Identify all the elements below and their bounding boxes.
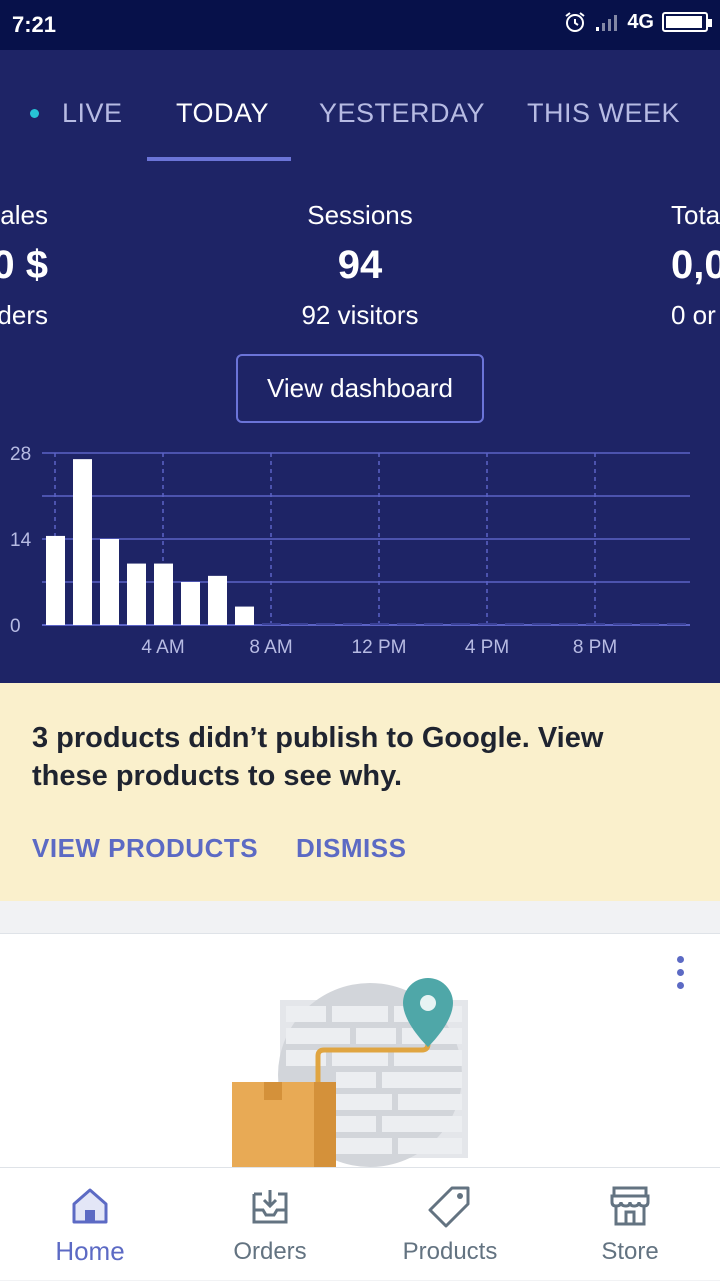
orders-icon [252,1190,288,1224]
nav-orders-label: Orders [233,1238,307,1265]
chart-bar [208,575,227,625]
tab-today[interactable]: TODAY [176,98,269,129]
nav-products-label: Products [402,1238,498,1265]
chart-bar [424,623,443,625]
chart-bar [532,623,551,625]
chart-bar [127,563,146,625]
metric-total-label: Tota [671,200,720,230]
metric-sales[interactable]: ales 0 $ ders [0,200,48,331]
chart-bar [316,623,335,625]
chart-bar [451,623,470,625]
y-tick-label: 28 [10,444,31,465]
live-indicator-icon [30,109,39,118]
active-tab-indicator [147,157,291,161]
x-tick-label: 8 PM [573,637,617,658]
metric-sessions-label: Sessions [307,200,413,230]
metric-sales-sub: ders [0,300,48,330]
nav-products[interactable]: Products [360,1168,540,1281]
chart-bar [370,623,389,625]
google-publish-banner: 3 products didn’t publish to Google. Vie… [0,683,720,901]
banner-message: 3 products didn’t publish to Google. Vie… [32,722,604,792]
nav-orders[interactable]: Orders [180,1168,360,1281]
tab-this-week[interactable]: THIS WEEK [527,98,680,129]
chart-bar [505,623,524,625]
metric-total-sub: 0 or [671,300,716,330]
x-tick-label: 8 AM [249,637,292,658]
chart-bar [154,563,173,625]
bottom-navigation: Home Orders Products Store [0,1167,720,1280]
metric-sessions-sub: 92 visitors [301,300,419,330]
metric-sessions[interactable]: Sessions 94 92 visitors [230,200,490,331]
metric-sales-value: 0 $ [0,243,48,287]
view-products-button[interactable]: VIEW PRODUCTS [32,833,258,864]
x-tick-label: 4 PM [465,637,509,658]
nav-store-label: Store [601,1238,659,1265]
y-tick-label: 14 [10,530,32,551]
chart-bar [667,623,686,625]
alarm-icon [565,12,585,32]
chart-bar [73,459,92,625]
status-time: 7:21 [12,12,57,37]
chart-bar [46,535,65,625]
chart-bar [289,623,308,625]
chart-bar [640,623,659,625]
store-icon [610,1186,650,1226]
chart-bar [100,539,119,625]
chart-bar [343,623,362,625]
nav-store[interactable]: Store [540,1168,720,1281]
tab-live[interactable]: LIVE [62,98,123,129]
sessions-bar-chart: 0 14 28 4 AM 8 AM 12 PM 4 PM 8 PM [10,444,690,658]
metric-total-value: 0,0 [671,243,720,287]
network-type: 4G [627,10,654,33]
chart-bar [181,582,200,625]
dismiss-button[interactable]: DISMISS [296,833,406,864]
chart-bar [586,623,605,625]
chart-bar [235,606,254,625]
nav-home[interactable]: Home [0,1168,180,1281]
chart-bar [262,623,281,625]
tag-icon [428,1186,470,1228]
date-range-tabs: LIVE TODAY YESTERDAY THIS WEEK [0,50,720,162]
chart-bar [613,623,632,625]
view-dashboard-button[interactable]: View dashboard [236,354,484,423]
signal-icon [596,15,618,31]
more-options-icon[interactable] [672,956,688,992]
shipping-illustration [232,978,468,1168]
metric-sessions-value: 94 [337,243,383,287]
chart-bar [397,623,416,625]
chart-bar [559,623,578,625]
x-tick-label: 12 PM [352,637,407,658]
y-tick-label: 0 [10,616,21,637]
status-icons: 4G [563,10,712,34]
nav-home-label: Home [55,1236,125,1266]
status-bar: 7:21 4G [0,0,720,50]
analytics-header: LIVE TODAY YESTERDAY THIS WEEK ales 0 $ … [0,50,720,683]
home-icon [72,1188,108,1224]
tab-yesterday[interactable]: YESTERDAY [319,98,485,129]
chart-bar [478,623,497,625]
metric-sales-label: ales [0,200,48,230]
metric-total[interactable]: Tota 0,0 0 or [671,200,720,331]
shipping-card [0,933,720,1173]
x-tick-label: 4 AM [141,637,184,658]
battery-icon [662,12,712,32]
